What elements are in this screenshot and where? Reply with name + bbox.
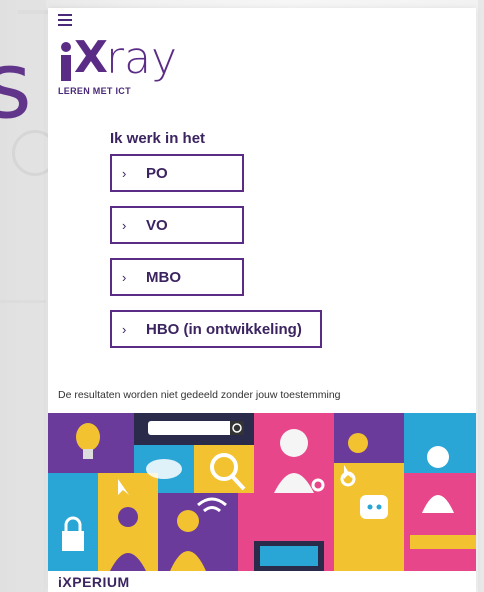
privacy-note: De resultaten worden niet gedeeld zonder… [58, 389, 341, 401]
chevron-right-icon: › [122, 269, 127, 285]
main-panel: X ray LEREN MET ICT Ik werk in het › PO … [48, 8, 476, 592]
logo-x: X [74, 32, 108, 83]
option-label: HBO (in ontwikkeling) [146, 320, 302, 338]
selector-heading: Ik werk in het [110, 130, 206, 147]
chevron-right-icon: › [122, 321, 127, 337]
illustration-banner [48, 413, 476, 571]
option-vo-button[interactable]: › VO [110, 206, 244, 244]
chevron-right-icon: › [122, 165, 127, 181]
option-label: MBO [146, 268, 181, 286]
logo-tagline: LEREN MET ICT [58, 86, 131, 96]
background-letter: s [0, 32, 32, 139]
option-hbo-button[interactable]: › HBO (in ontwikkeling) [110, 310, 322, 348]
logo-ray: ray [106, 33, 178, 84]
chevron-right-icon: › [122, 217, 127, 233]
hamburger-icon[interactable] [58, 14, 72, 26]
ixray-logo[interactable]: X ray LEREN MET ICT [56, 32, 206, 96]
option-label: VO [146, 216, 168, 234]
option-po-button[interactable]: › PO [110, 154, 244, 192]
option-mbo-button[interactable]: › MBO [110, 258, 244, 296]
footer-brand: iXPERIUM [58, 574, 130, 590]
ict-collage-illustration [48, 413, 476, 571]
option-label: PO [146, 164, 168, 182]
